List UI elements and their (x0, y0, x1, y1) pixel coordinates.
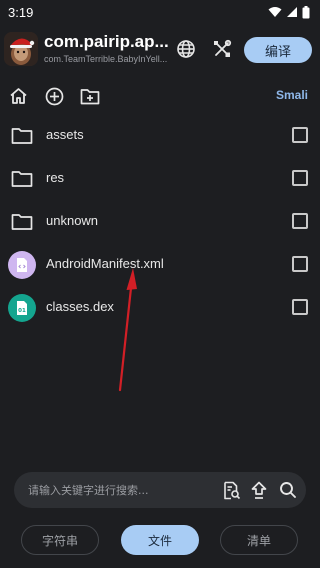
search-input[interactable] (28, 472, 218, 508)
globe-icon[interactable] (175, 38, 197, 60)
home-icon[interactable] (8, 86, 28, 106)
file-checkbox[interactable] (292, 170, 308, 186)
folder-icon (8, 208, 36, 236)
new-folder-icon[interactable] (80, 86, 100, 106)
upload-icon[interactable] (249, 480, 269, 500)
folder-icon (8, 122, 36, 150)
find-in-file-icon[interactable] (221, 480, 241, 500)
tab-files[interactable]: 文件 (121, 525, 199, 555)
file-name: res (46, 170, 65, 185)
app-header: com.pairip.ap... com.TeamTerrible.BabyIn… (0, 30, 320, 74)
status-bar: 3:19 (0, 0, 320, 24)
search-icon[interactable] (278, 480, 298, 500)
file-checkbox[interactable] (292, 256, 308, 272)
search-bar (14, 472, 306, 508)
file-checkbox[interactable] (292, 127, 308, 143)
toolbar: Smali (0, 84, 320, 108)
file-row[interactable]: assets (0, 114, 320, 157)
dex-file-icon: 01 (8, 294, 36, 322)
file-checkbox[interactable] (292, 299, 308, 315)
compile-button[interactable]: 编译 (244, 37, 312, 63)
wifi-icon (268, 6, 282, 18)
xml-file-icon (8, 251, 36, 279)
smali-link[interactable]: Smali (276, 88, 308, 102)
status-icons (268, 5, 310, 19)
app-title-block: com.pairip.ap... com.TeamTerrible.BabyIn… (44, 32, 170, 64)
file-list: assets res unknown AndroidManifest.xml 0… (0, 114, 320, 329)
app-package-name: com.TeamTerrible.BabyInYell... (44, 54, 168, 64)
signal-icon (286, 6, 298, 18)
file-name: classes.dex (46, 299, 114, 314)
bottom-tabs: 字符串 文件 清单 (0, 525, 320, 557)
folder-icon (8, 165, 36, 193)
tab-list[interactable]: 清单 (220, 525, 298, 555)
file-row[interactable]: unknown (0, 200, 320, 243)
svg-text:01: 01 (18, 308, 26, 314)
status-time: 3:19 (8, 4, 34, 20)
file-row[interactable]: res (0, 157, 320, 200)
app-title: com.pairip.ap... (44, 32, 169, 51)
file-name: assets (46, 127, 84, 142)
file-name: AndroidManifest.xml (46, 256, 164, 271)
file-checkbox[interactable] (292, 213, 308, 229)
app-icon (4, 32, 38, 66)
add-circle-icon[interactable] (44, 86, 64, 106)
file-row[interactable]: 01 classes.dex (0, 286, 320, 329)
file-name: unknown (46, 213, 99, 228)
file-row[interactable]: AndroidManifest.xml (0, 243, 320, 286)
tools-icon[interactable] (211, 38, 233, 60)
battery-icon (302, 5, 310, 19)
tab-strings[interactable]: 字符串 (21, 525, 99, 555)
